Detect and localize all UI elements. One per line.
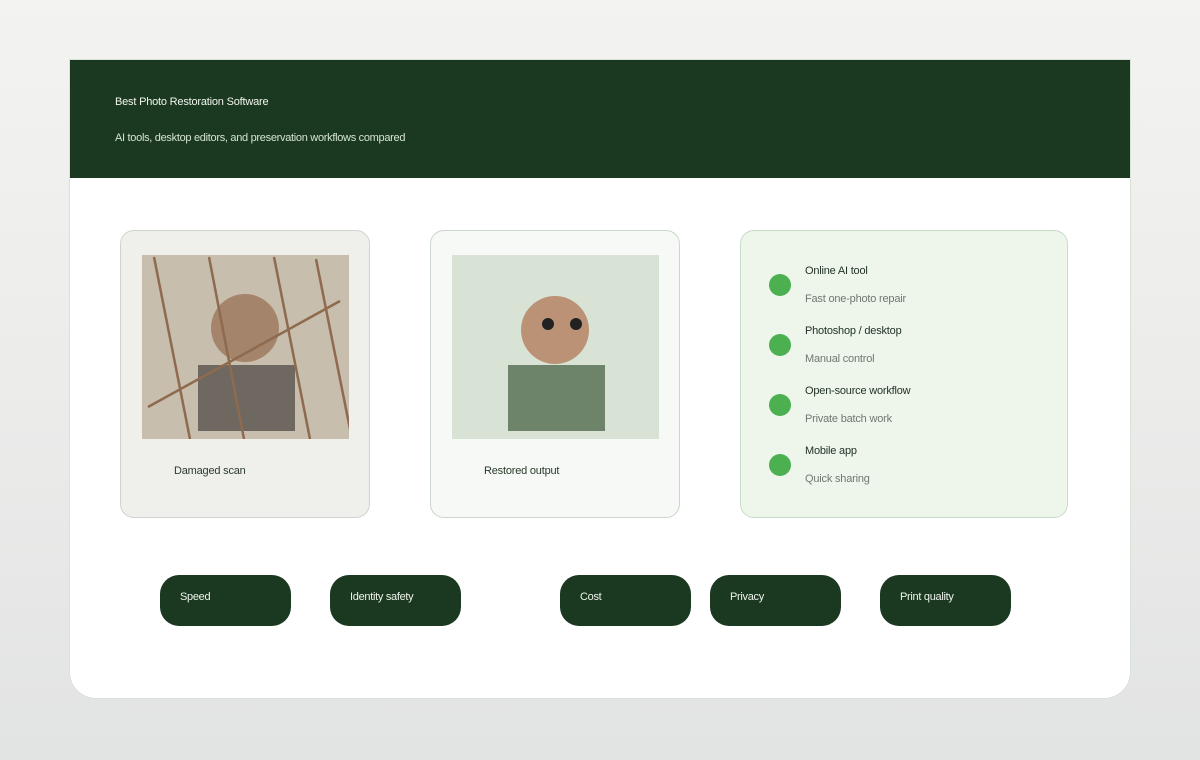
criteria-chip-identity-safety[interactable]: Identity safety (330, 575, 461, 626)
restored-photo-eye-right (570, 318, 582, 330)
option-bullet-icon (769, 274, 791, 296)
page-subtitle: AI tools, desktop editors, and preservat… (115, 132, 406, 144)
restored-photo-body (508, 365, 605, 431)
restored-photo-head (521, 296, 589, 364)
damaged-scan-panel: Damaged scan (120, 230, 370, 518)
option-name: Mobile app (805, 445, 857, 457)
software-options-panel: Online AI tool Fast one-photo repair Pho… (740, 230, 1068, 518)
option-description: Fast one-photo repair (805, 293, 906, 305)
criteria-chip-cost[interactable]: Cost (560, 575, 691, 626)
restored-output-caption: Restored output (484, 465, 560, 477)
restored-photo-eye-left (542, 318, 554, 330)
option-description: Private batch work (805, 413, 892, 425)
option-bullet-icon (769, 394, 791, 416)
damaged-photo-illustration (142, 255, 349, 439)
header-banner: Best Photo Restoration Software AI tools… (70, 60, 1130, 178)
damaged-photo-head (211, 294, 279, 362)
damaged-photo-body (198, 365, 295, 431)
criteria-chip-print-quality[interactable]: Print quality (880, 575, 1011, 626)
damaged-scan-caption: Damaged scan (174, 465, 246, 477)
option-online-ai-tool[interactable]: Online AI tool Fast one-photo repair (741, 265, 1069, 321)
option-photoshop-desktop[interactable]: Photoshop / desktop Manual control (741, 325, 1069, 381)
option-bullet-icon (769, 454, 791, 476)
restored-photo-illustration (452, 255, 659, 439)
option-name: Photoshop / desktop (805, 325, 902, 337)
page-title: Best Photo Restoration Software (115, 96, 269, 108)
option-name: Open-source workflow (805, 385, 911, 397)
option-mobile-app[interactable]: Mobile app Quick sharing (741, 445, 1069, 501)
option-bullet-icon (769, 334, 791, 356)
restored-output-panel: Restored output (430, 230, 680, 518)
option-open-source-workflow[interactable]: Open-source workflow Private batch work (741, 385, 1069, 441)
page-card: Best Photo Restoration Software AI tools… (70, 60, 1130, 698)
criteria-chip-privacy[interactable]: Privacy (710, 575, 841, 626)
option-description: Quick sharing (805, 473, 870, 485)
option-description: Manual control (805, 353, 875, 365)
option-name: Online AI tool (805, 265, 868, 277)
criteria-chip-speed[interactable]: Speed (160, 575, 291, 626)
